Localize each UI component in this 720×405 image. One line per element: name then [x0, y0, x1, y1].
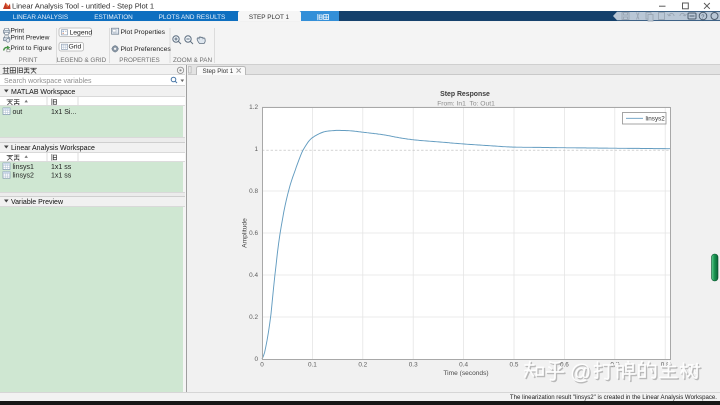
svg-text:0.2: 0.2	[358, 362, 367, 369]
svg-text:The linearization result "lins: The linearization result "linsys2" is cr…	[510, 394, 717, 401]
svg-text:@: @	[570, 361, 591, 384]
svg-text:0.5: 0.5	[510, 362, 519, 369]
svg-text:0.8: 0.8	[249, 188, 258, 195]
svg-text:0.1: 0.1	[308, 362, 317, 369]
svg-text:1: 1	[254, 146, 258, 153]
svg-text:Step Response: Step Response	[440, 91, 490, 98]
svg-text:0.4: 0.4	[249, 272, 258, 279]
svg-text:0.3: 0.3	[409, 362, 418, 369]
svg-text:linsys2: linsys2	[646, 116, 666, 123]
svg-text:Time (seconds): Time (seconds)	[443, 370, 488, 377]
svg-text:0.6: 0.6	[249, 230, 258, 237]
svg-text:1.2: 1.2	[249, 104, 258, 111]
svg-text:0.2: 0.2	[249, 314, 258, 321]
svg-text:Amplitude: Amplitude	[242, 218, 249, 248]
svg-text:From: In1 To: Out1: From: In1 To: Out1	[437, 100, 495, 107]
svg-text:0.4: 0.4	[459, 362, 468, 369]
svg-text:0: 0	[254, 356, 258, 363]
svg-text:0: 0	[260, 362, 264, 369]
